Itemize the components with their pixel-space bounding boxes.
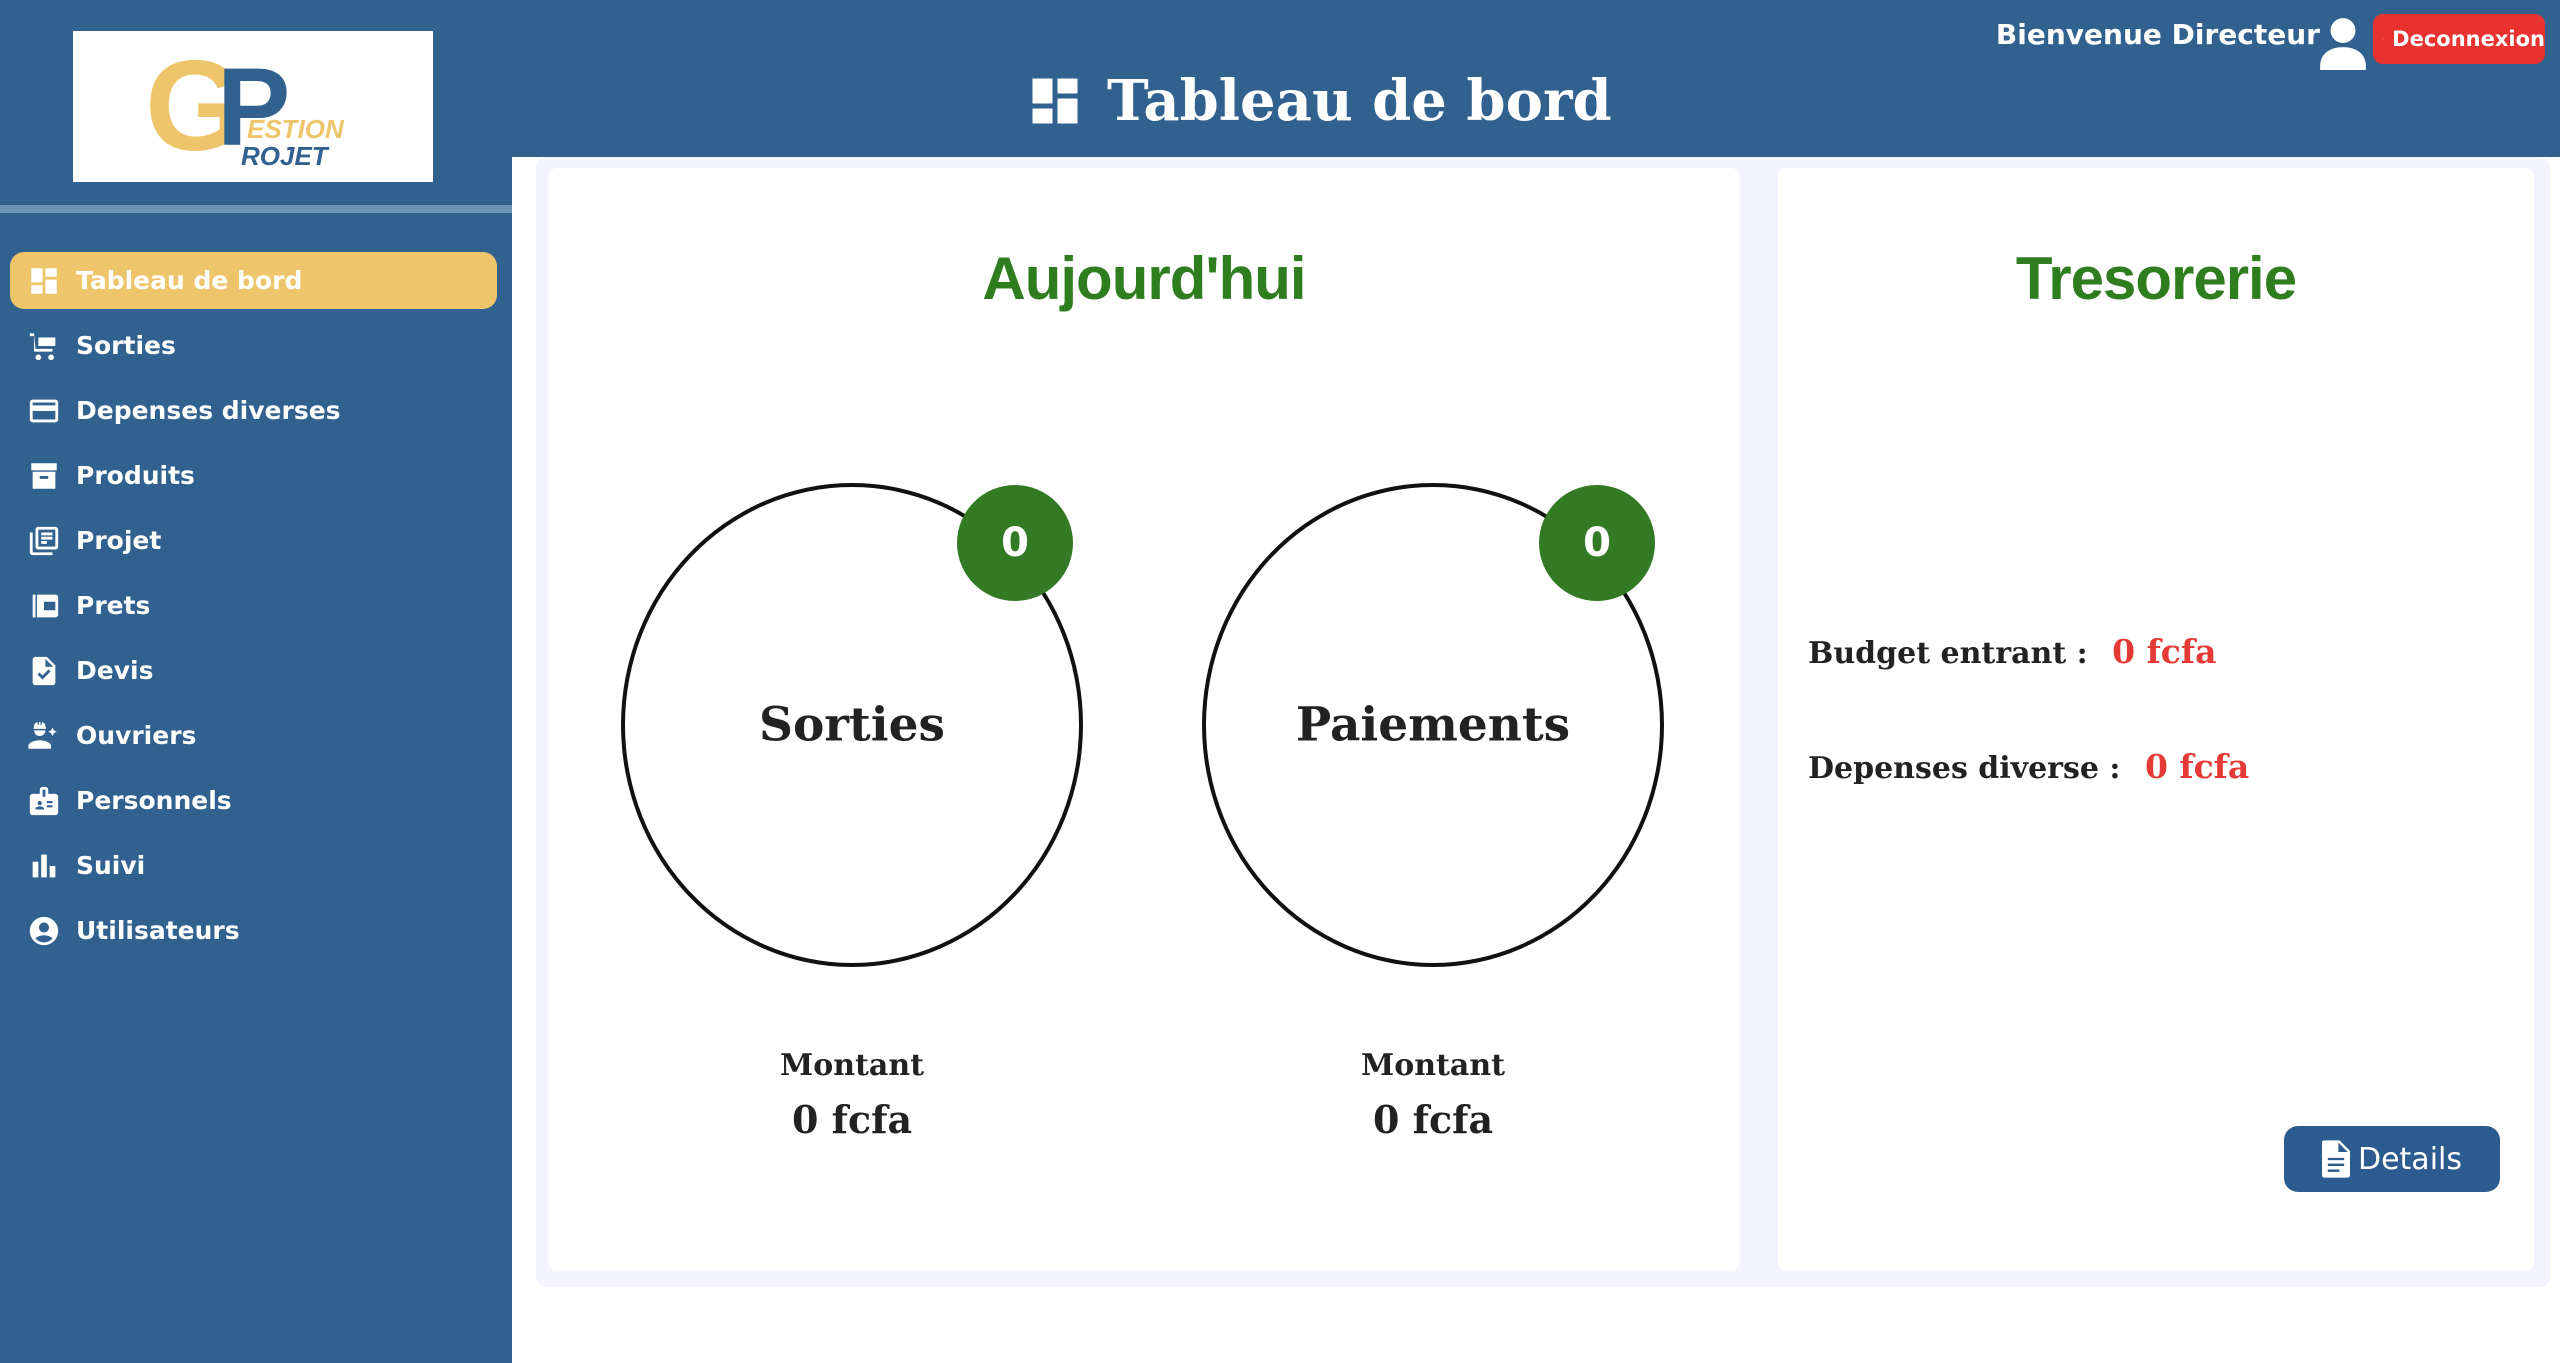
library-books-icon	[26, 523, 62, 559]
user-icon[interactable]	[2318, 16, 2368, 74]
sidebar-item-devis[interactable]: Devis	[0, 638, 512, 703]
bar-chart-icon	[26, 848, 62, 884]
app-logo: G P ESTION ROJET	[73, 31, 433, 182]
budget-entrant-label: Budget entrant :	[1808, 636, 2088, 671]
sorties-count-badge: 0	[957, 485, 1073, 601]
tresorerie-title: Tresorerie	[2015, 245, 2297, 312]
sorties-label: Sorties	[759, 697, 945, 753]
depenses-diverse-value: 0 fcfa	[2144, 747, 2250, 786]
sidebar-item-label: Ouvriers	[76, 721, 197, 750]
sidebar-item-label: Produits	[76, 461, 195, 490]
sidebar-item-label: Prets	[76, 591, 151, 620]
sidebar-divider	[0, 205, 512, 213]
logo-word-rojet: ROJET	[241, 141, 330, 170]
sidebar-item-label: Depenses diverses	[76, 396, 341, 425]
tresorerie-card: Tresorerie Budget entrant : 0 fcfa Depen…	[1778, 168, 2534, 1271]
sidebar-item-label: Suivi	[76, 851, 146, 880]
page-title: Tableau de bord	[1025, 68, 1612, 134]
paiements-amount-label: Montant	[1361, 1048, 1505, 1083]
sidebar-item-label: Tableau de bord	[76, 266, 303, 295]
paiements-count-badge: 0	[1539, 485, 1655, 601]
logo-word-estion: ESTION	[247, 114, 345, 144]
today-title: Aujourd'hui	[982, 245, 1306, 312]
dashboard-icon	[1032, 78, 1078, 124]
depenses-diverse-label: Depenses diverse :	[1808, 751, 2121, 786]
today-card: Aujourd'hui Sorties 0 Montant 0 fcfa Pai…	[549, 168, 1739, 1271]
sidebar-item-label: Projet	[76, 526, 162, 555]
account-circle-icon	[26, 913, 62, 949]
cart-icon	[26, 328, 62, 364]
sorties-amount: Montant 0 fcfa	[702, 1048, 1002, 1142]
sidebar-item-projet[interactable]: Projet	[0, 508, 512, 573]
sidebar-item-utilisateurs[interactable]: Utilisateurs	[0, 898, 512, 963]
dashboard-icon	[26, 263, 62, 299]
sidebar-item-sorties[interactable]: Sorties	[0, 313, 512, 378]
archive-box-icon	[26, 458, 62, 494]
welcome-message: Bienvenue Directeur	[1995, 18, 2320, 51]
id-badge-icon	[26, 783, 62, 819]
sidebar-item-suivi[interactable]: Suivi	[0, 833, 512, 898]
sidebar-item-label: Sorties	[76, 331, 176, 360]
paiements-label: Paiements	[1295, 697, 1571, 753]
sidebar-item-label: Devis	[76, 656, 154, 685]
sidebar-item-tableau-de-bord[interactable]: Tableau de bord	[10, 252, 497, 309]
wallet-icon	[26, 588, 62, 624]
logout-button[interactable]: Deconnexion	[2373, 14, 2545, 64]
document-check-icon	[26, 653, 62, 689]
worker-icon	[26, 718, 62, 754]
sidebar-item-depenses-diverses[interactable]: Depenses diverses	[0, 378, 512, 443]
paiements-amount: Montant 0 fcfa	[1283, 1048, 1583, 1142]
logout-label: Deconnexion	[2392, 27, 2545, 51]
details-label: Details	[2357, 1141, 2462, 1177]
sorties-amount-label: Montant	[780, 1048, 924, 1083]
budget-entrant-row: Budget entrant : 0 fcfa	[1808, 632, 2216, 671]
document-icon	[2321, 1140, 2350, 1178]
sidebar-item-label: Utilisateurs	[76, 916, 240, 945]
budget-entrant-value: 0 fcfa	[2112, 632, 2217, 671]
power-icon	[2383, 38, 2384, 40]
sorties-amount-value: 0 fcfa	[791, 1097, 913, 1142]
sidebar: Tableau de bord Sorties Depenses diverse…	[0, 248, 512, 963]
credit-card-icon	[26, 393, 62, 429]
sidebar-item-produits[interactable]: Produits	[0, 443, 512, 508]
sidebar-item-ouvriers[interactable]: Ouvriers	[0, 703, 512, 768]
sidebar-item-personnels[interactable]: Personnels	[0, 768, 512, 833]
page-title-text: Tableau de bord	[1107, 68, 1612, 134]
details-button[interactable]: Details	[2284, 1126, 2500, 1192]
depenses-diverse-row: Depenses diverse : 0 fcfa	[1808, 747, 2249, 786]
sidebar-item-prets[interactable]: Prets	[0, 573, 512, 638]
sidebar-item-label: Personnels	[76, 786, 232, 815]
paiements-amount-value: 0 fcfa	[1372, 1097, 1494, 1142]
